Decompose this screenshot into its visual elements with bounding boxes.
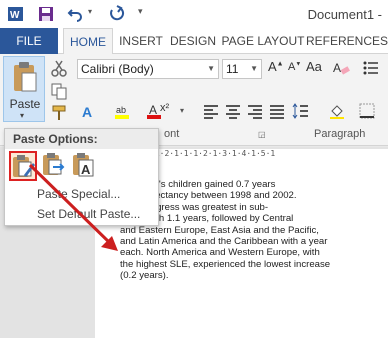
word-window: W ▾ ▾ Document1 - FILE HOME INSERT DESIG… <box>0 0 388 338</box>
annotation-arrow <box>28 163 118 251</box>
